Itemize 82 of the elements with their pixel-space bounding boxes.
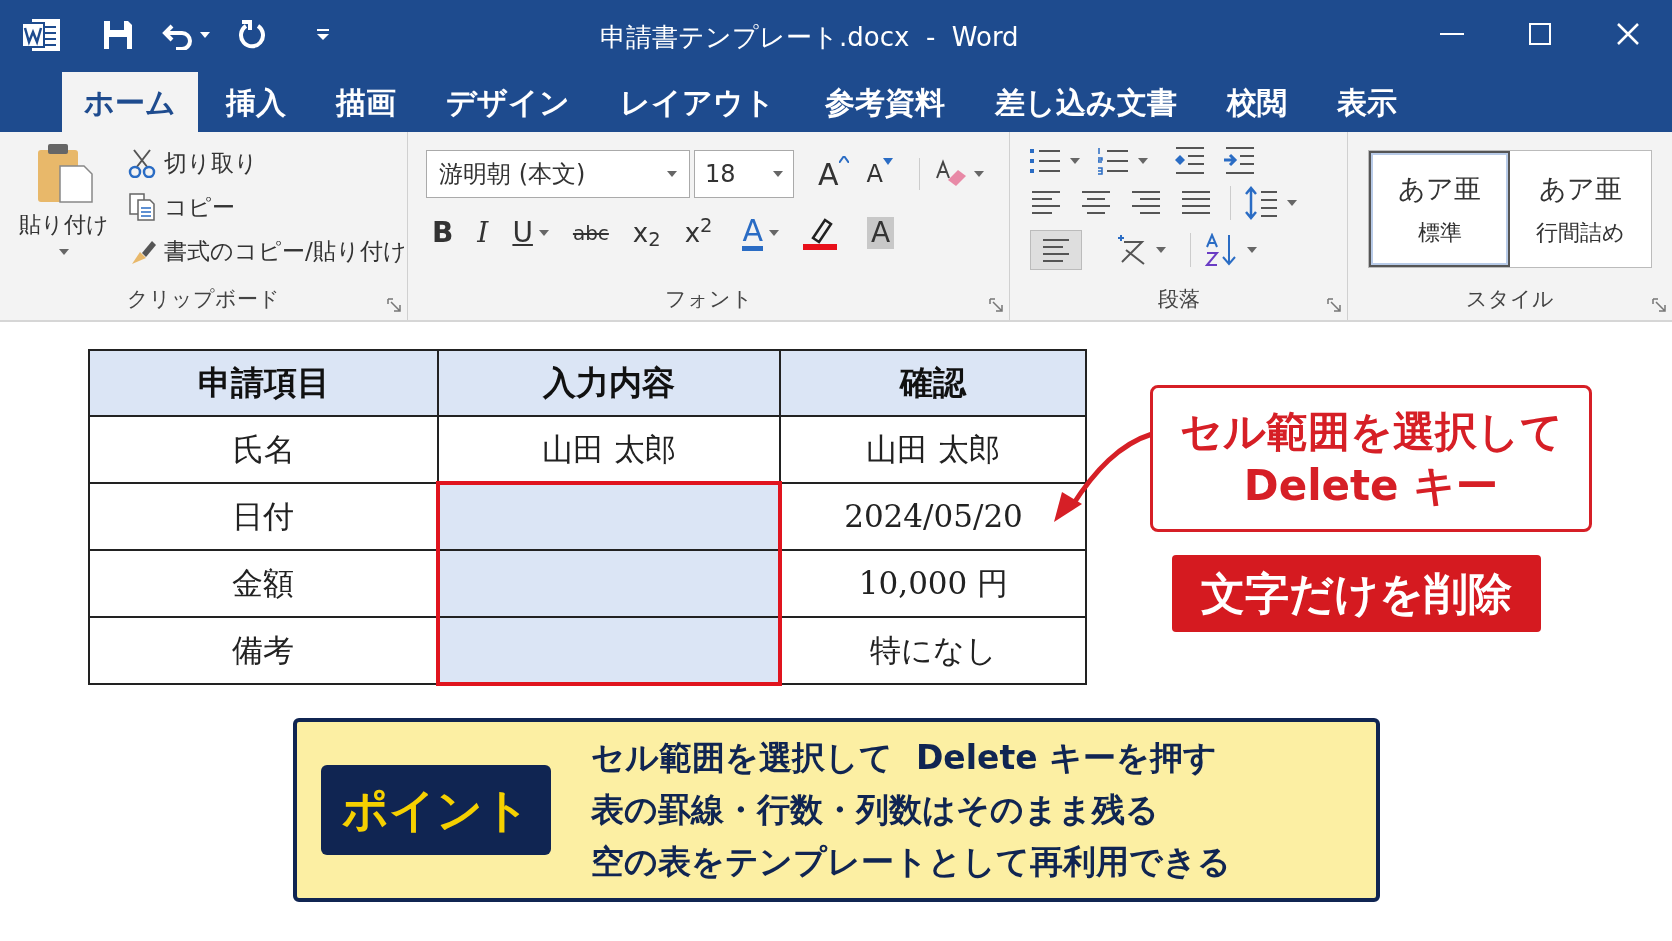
numbered-list-icon[interactable] (1098, 146, 1130, 176)
window-title: 申請書テンプレート.docx - Word (600, 21, 1019, 54)
column-header: 入力内容 (438, 350, 780, 416)
dropdown-caret-icon (1287, 200, 1297, 206)
cut-button[interactable]: 切り取り (128, 144, 407, 182)
decrease-indent-icon[interactable] (1174, 146, 1206, 176)
dropdown-caret-icon (538, 230, 549, 236)
italic-button[interactable]: I (477, 212, 489, 254)
callout-text: セル範囲を選択して (1179, 405, 1563, 458)
strikethrough-button[interactable]: abc (572, 218, 609, 248)
point-text: 表の罫線・行数・列数はそのまま残る (591, 789, 1160, 831)
minimize-icon (1440, 33, 1464, 35)
dropdown-caret-icon (1247, 247, 1257, 253)
underline-button[interactable]: U (512, 212, 549, 254)
paste-button[interactable]: 貼り付け (12, 142, 116, 270)
ribbon-tab[interactable]: 差し込み文書 (973, 72, 1199, 132)
highlight-button[interactable] (803, 216, 837, 250)
superscript-button[interactable]: x$^{2}$ (684, 213, 713, 253)
bold-button[interactable]: B (432, 212, 454, 254)
point-badge: ポイント (321, 765, 551, 855)
copy-button[interactable]: コピー (128, 188, 407, 226)
callout-text: Delete キー (1243, 459, 1499, 512)
dropdown-caret-icon (667, 171, 677, 177)
point-text: 空の表をテンプレートとして再利用できる (591, 841, 1231, 883)
font-name-dropdown[interactable]: 游明朝 (本文) (426, 150, 690, 198)
dropdown-caret-icon (1156, 247, 1166, 253)
dropdown-caret-icon (773, 171, 783, 177)
dialog-launcher-icon[interactable] (989, 298, 1003, 312)
ribbon-tab[interactable]: 校閲 (1205, 72, 1309, 132)
ribbon-tab[interactable]: レイアウト (598, 72, 797, 132)
scissors-icon (128, 148, 156, 178)
column-header: 確認 (780, 350, 1086, 416)
ribbon-tab[interactable]: 挿入 (204, 72, 308, 132)
table-cell: 特になし (780, 617, 1086, 684)
group-label: スタイル (1466, 286, 1554, 314)
font-color-button[interactable]: A (742, 215, 779, 251)
word-logo-icon[interactable] (22, 17, 62, 53)
align-lines-icon (1041, 237, 1071, 263)
customize-toolbar-icon[interactable] (316, 29, 330, 41)
group-label: クリップボード (127, 286, 280, 314)
dialog-launcher-icon[interactable] (387, 298, 401, 312)
format-painter-button[interactable]: 書式のコピー/貼り付け (128, 232, 407, 270)
shading-button[interactable] (1030, 230, 1082, 270)
redo-icon[interactable] (238, 20, 268, 50)
grow-font-button[interactable]: A (818, 151, 849, 197)
close-icon (1617, 23, 1639, 45)
highlighter-pen-icon (803, 216, 837, 250)
shrink-font-button[interactable]: A (866, 156, 893, 192)
line-spacing-icon[interactable] (1245, 186, 1279, 220)
dropdown-caret-icon (973, 171, 984, 177)
sort-az-icon[interactable] (1205, 233, 1239, 267)
ribbon-tab[interactable]: ホーム (62, 72, 198, 132)
table-cell: 10,000 円 (780, 550, 1086, 617)
group-label: フォント (664, 286, 753, 314)
result-label: 文字だけを削除 (1172, 555, 1541, 632)
dropdown-caret-icon (1070, 158, 1080, 164)
ribbon-tab[interactable]: 描画 (314, 72, 418, 132)
increase-indent-icon[interactable] (1224, 146, 1256, 176)
dropdown-caret-icon (59, 249, 69, 255)
dropdown-caret-icon (200, 32, 210, 38)
subscript-button[interactable]: x$_{2}$ (632, 213, 661, 253)
point-text: セル範囲を選択して Delete キーを押す (591, 737, 1219, 779)
copy-icon (128, 192, 156, 222)
character-shading-button[interactable]: A (867, 217, 895, 249)
table-cell: 氏名 (89, 416, 438, 483)
dialog-launcher-icon[interactable] (1652, 298, 1666, 312)
ribbon-tab[interactable]: 参考資料 (803, 72, 967, 132)
style-gallery-item[interactable]: あア亜 行間詰め (1510, 151, 1651, 267)
ribbon-tab[interactable]: 表示 (1315, 72, 1419, 132)
column-header: 申請項目 (89, 350, 438, 416)
font-size-dropdown[interactable]: 18 (694, 150, 794, 198)
table-cell: 山田 太郎 (780, 416, 1086, 483)
caret-up-icon (838, 155, 849, 163)
style-gallery-item[interactable]: あア亜 標準 (1369, 151, 1510, 267)
dropdown-caret-icon (769, 230, 779, 236)
ribbon-tab[interactable]: デザイン (424, 72, 592, 132)
bullet-list-icon[interactable] (1030, 146, 1062, 176)
maximize-icon (1529, 23, 1551, 45)
group-label: 段落 (1157, 286, 1200, 314)
caret-down-icon (882, 158, 893, 165)
dropdown-caret-icon (1138, 158, 1148, 164)
dialog-launcher-icon[interactable] (1327, 298, 1341, 312)
